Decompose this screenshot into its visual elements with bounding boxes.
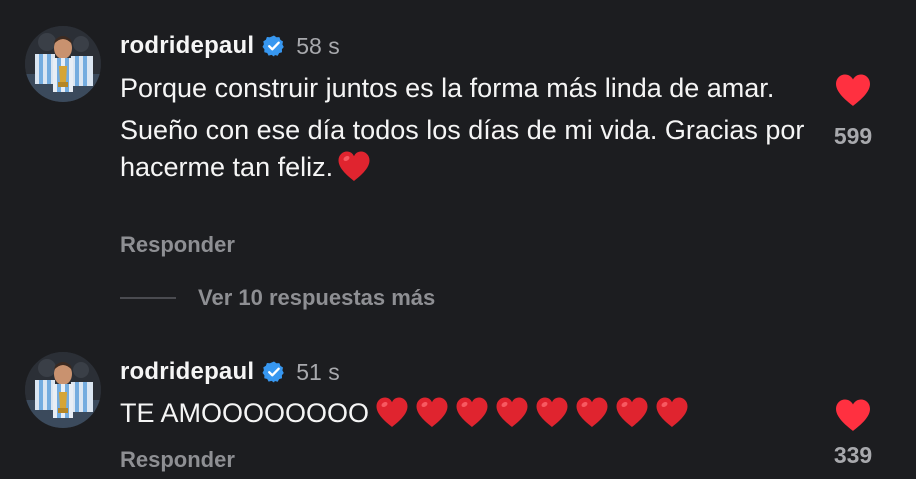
comment-header: rodridepaul 51 s bbox=[120, 357, 340, 387]
avatar[interactable] bbox=[25, 352, 101, 428]
timestamp: 51 s bbox=[296, 358, 340, 385]
comment-text: TE AMOOOOOOOO bbox=[120, 395, 810, 432]
reply-button[interactable]: Responder bbox=[120, 447, 235, 473]
red-heart-emoji bbox=[375, 396, 409, 428]
red-heart-emoji bbox=[575, 396, 609, 428]
comment-2: rodridepaul 51 s TE AMOOOOOOOO Responder… bbox=[0, 0, 916, 479]
heart-filled-icon[interactable] bbox=[834, 398, 872, 432]
comment-message: TE AMOOOOOOOO bbox=[120, 398, 370, 428]
like-count: 339 bbox=[833, 442, 873, 468]
red-heart-emoji bbox=[535, 396, 569, 428]
red-heart-emoji-group bbox=[369, 398, 689, 428]
username[interactable]: rodridepaul bbox=[120, 358, 254, 386]
verified-badge-icon bbox=[262, 360, 286, 384]
red-heart-emoji bbox=[415, 396, 449, 428]
red-heart-emoji bbox=[455, 396, 489, 428]
like-control: 339 bbox=[820, 398, 886, 469]
red-heart-emoji bbox=[495, 396, 529, 428]
red-heart-emoji bbox=[655, 396, 689, 428]
red-heart-emoji bbox=[615, 396, 649, 428]
